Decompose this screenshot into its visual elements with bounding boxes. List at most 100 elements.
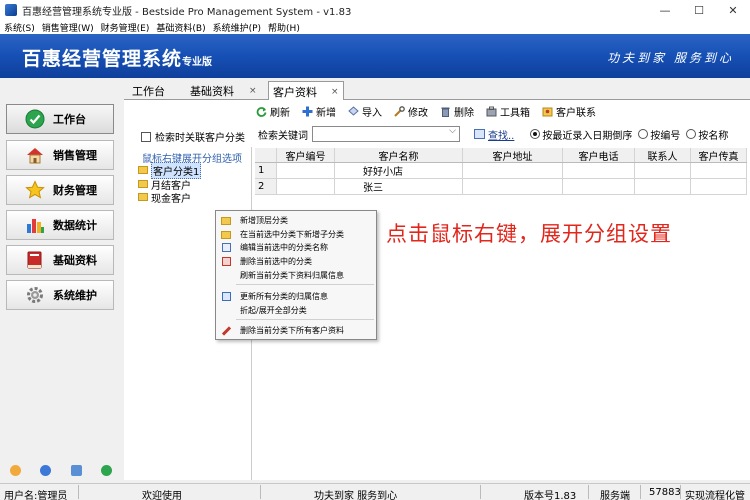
tab-workbench[interactable]: 工作台 [132, 81, 165, 100]
table-row[interactable]: 2 张三 [255, 179, 747, 195]
nav-workbench-button[interactable]: 工作台 [6, 104, 114, 134]
info-icon[interactable] [40, 464, 52, 476]
tree-item-monthly[interactable]: 月结客户 [138, 178, 191, 192]
menu-item-rename-category[interactable]: 编辑当前选中的分类名称 [217, 241, 375, 254]
menu-sales[interactable]: 销售管理(W) [42, 21, 94, 34]
tab-close-icon[interactable]: × [249, 86, 257, 96]
status-divider [480, 485, 481, 499]
table-header: 客户编号 客户名称 客户地址 客户电话 联系人 客户传真 [255, 148, 747, 163]
nav-finance-button[interactable]: 财务管理 [6, 175, 114, 205]
tools-icon [220, 325, 232, 336]
nav-basic-data-button[interactable]: 基础资料 [6, 245, 114, 275]
edit-icon [220, 243, 232, 253]
row-number: 1 [255, 163, 277, 178]
delete-icon [220, 257, 232, 267]
sort-by-name-radio[interactable]: 按名称 [686, 127, 728, 142]
column-header[interactable]: 客户地址 [463, 148, 563, 163]
cell-name: 好好小店 [335, 163, 463, 178]
column-header [255, 148, 277, 162]
column-header[interactable]: 客户编号 [277, 148, 335, 163]
house-icon [25, 145, 45, 165]
sort-by-code-radio[interactable]: 按编号 [638, 127, 680, 142]
menu-maintenance[interactable]: 系统维护(P) [213, 21, 261, 34]
status-user: 用户名:管理员 [4, 491, 68, 500]
menu-finance[interactable]: 财务管理(E) [101, 21, 150, 34]
cell-phone [563, 163, 635, 178]
sort-by-date-radio[interactable]: 按最近录入日期倒序 [530, 127, 632, 142]
menu-item-label: 更新所有分类的归属信息 [240, 292, 328, 301]
cell-name: 张三 [335, 179, 463, 194]
column-header[interactable]: 客户电话 [563, 148, 635, 163]
nav-label: 基础资料 [53, 254, 97, 267]
search-keyword-combo[interactable] [312, 126, 460, 142]
tree-item-category1[interactable]: 客户分类1 [138, 161, 202, 179]
sort-option-label: 按名称 [698, 130, 729, 142]
status-divider [78, 485, 79, 499]
nav-sales-button[interactable]: 销售管理 [6, 140, 114, 170]
menu-item-collapse-expand[interactable]: 折起/展开全部分类 [217, 304, 375, 317]
window-title: 百惠经营管理系统专业版 - Bestside Pro Management Sy… [22, 6, 352, 18]
import-button[interactable]: 导入 [348, 104, 382, 119]
nav-label: 财务管理 [53, 184, 97, 197]
menu-item-new-subcategory[interactable]: 在当前选中分类下新增子分类 [217, 228, 375, 241]
edit-button[interactable]: 修改 [394, 104, 428, 119]
header-banner: 百惠经营管理系统专业版 功夫到家 服务到心 [0, 34, 750, 78]
menu-item-label: 在当前选中分类下新增子分类 [240, 230, 344, 239]
radio-icon [638, 129, 649, 139]
status-divider [640, 485, 641, 499]
row-number: 2 [255, 179, 277, 194]
menu-item-refresh-category-data[interactable]: 刷新当前分类下资料归属信息 [217, 269, 375, 282]
minimize-button[interactable]: — [648, 0, 682, 20]
star-icon [25, 180, 45, 200]
window-icon[interactable] [70, 464, 82, 476]
tab-customer-data[interactable]: 客户资料 × [268, 81, 344, 101]
edit-icon[interactable] [9, 464, 21, 476]
context-menu: 新增顶层分类 在当前选中分类下新增子分类 编辑当前选中的分类名称 删除当前选中的… [215, 210, 377, 340]
menu-item-delete-category[interactable]: 删除当前选中的分类 [217, 255, 375, 268]
nav-label: 工作台 [53, 113, 86, 126]
table-row[interactable]: 1 好好小店 [255, 163, 747, 179]
menu-separator [236, 284, 374, 285]
find-button[interactable]: 查找.. [474, 127, 514, 142]
cell-address [463, 163, 563, 178]
tab-basic-data[interactable]: 基础资料 × [190, 81, 257, 100]
delete-button[interactable]: 删除 [440, 104, 474, 119]
add-label: 新增 [316, 107, 336, 119]
power-icon[interactable] [101, 464, 113, 476]
cell-address [463, 179, 563, 194]
brand-title: 百惠经营管理系统专业版 [22, 44, 212, 71]
maximize-button[interactable]: ☐ [682, 0, 716, 20]
tree-item-cash[interactable]: 现金客户 [138, 191, 191, 205]
close-button[interactable]: ✕ [716, 0, 750, 20]
menu-item-new-top-category[interactable]: 新增顶层分类 [217, 214, 375, 227]
nav-stats-button[interactable]: 数据统计 [6, 210, 114, 240]
radio-icon [686, 129, 697, 139]
folder-add-icon [220, 230, 232, 240]
nav-maintenance-button[interactable]: 系统维护 [6, 280, 114, 310]
refresh-button[interactable]: 刷新 [256, 104, 290, 119]
menu-item-update-all-categories[interactable]: 更新所有分类的归属信息 [217, 290, 375, 303]
blank-icon [220, 306, 232, 316]
column-header[interactable]: 客户名称 [335, 148, 463, 163]
blank-icon [220, 271, 232, 281]
menu-help[interactable]: 帮助(H) [268, 21, 300, 34]
menu-basic-data[interactable]: 基础资料(B) [156, 21, 205, 34]
column-header[interactable]: 客户传真 [691, 148, 747, 163]
toolbox-button[interactable]: 工具箱 [486, 104, 530, 119]
tab-close-icon[interactable]: × [331, 87, 339, 97]
link-category-option[interactable]: 检索时关联客户分类 [141, 129, 245, 144]
add-button[interactable]: 新增 [302, 104, 336, 119]
menu-system[interactable]: 系统(S) [4, 21, 35, 34]
search-row: 检索关键词 查找.. 按最近录入日期倒序 按编号 按名称 [258, 125, 728, 143]
instruction-annotation: 点击鼠标右键，展开分组设置 [386, 222, 672, 246]
customer-contact-button[interactable]: 客户联系 [542, 104, 596, 119]
bar-chart-icon [25, 215, 45, 235]
window-controls: — ☐ ✕ [648, 0, 750, 20]
status-welcome: 欢迎使用 [142, 491, 182, 500]
title-bar: 百惠经营管理系统专业版 - Bestside Pro Management Sy… [0, 0, 750, 20]
column-header[interactable]: 联系人 [635, 148, 691, 163]
gear-icon [25, 285, 45, 305]
menu-item-delete-all-customers[interactable]: 删除当前分类下所有客户资料 [217, 324, 375, 337]
cell-contact [635, 163, 691, 178]
link-category-checkbox[interactable] [141, 131, 151, 142]
